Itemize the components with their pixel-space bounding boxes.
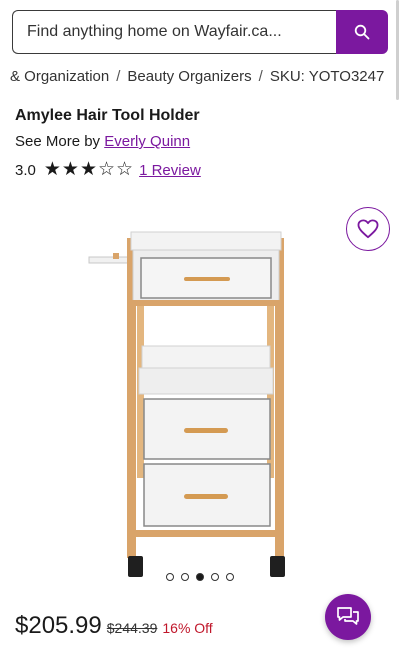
breadcrumb-item-beauty-organizers[interactable]: Beauty Organizers [127,68,251,85]
see-more-prefix: See More by [15,133,101,150]
carousel-dot[interactable] [211,573,219,581]
product-image-gallery[interactable] [0,196,400,596]
sale-price: $205.99 [15,612,102,639]
favorite-button[interactable] [346,207,390,251]
search-bar [12,10,388,54]
breadcrumb-sku: SKU: YOTO3247 [269,67,385,85]
search-button[interactable] [336,10,388,54]
page-scrollbar[interactable] [396,0,399,100]
carousel-dot[interactable] [196,573,204,581]
star-filled-icon: ★ [79,159,97,180]
star-rating: ★ ★ ★ ☆ ☆ [44,160,133,180]
search-input[interactable] [12,10,338,54]
price-row: $205.99 $244.39 16% Off [15,612,213,640]
reviews-link[interactable]: 1 Review [139,162,201,179]
chat-button[interactable] [325,594,371,640]
breadcrumb-separator: / [116,67,121,85]
rating-value: 3.0 [15,161,36,179]
breadcrumb-item-organization[interactable]: & Organization [10,68,109,85]
brand-link[interactable]: Everly Quinn [104,133,190,150]
rating-row: 3.0 ★ ★ ★ ☆ ☆ 1 Review [15,160,201,180]
carousel-dot[interactable] [226,573,234,581]
see-more-by: See More by Everly Quinn [15,133,190,150]
carousel-dot[interactable] [181,573,189,581]
search-icon [354,24,370,40]
star-empty-icon: ☆ [116,159,134,180]
product-title: Amylee Hair Tool Holder [15,107,200,124]
product-image [88,231,285,577]
discount-badge: 16% Off [162,620,213,636]
breadcrumb-separator: / [258,67,263,85]
breadcrumb: & Organization / Beauty Organizers / SKU… [10,66,384,86]
image-carousel-dots [166,573,234,581]
star-filled-icon: ★ [43,159,61,180]
star-empty-icon: ☆ [98,159,116,180]
chat-bubbles-icon [337,607,359,625]
heart-icon [357,219,379,239]
star-filled-icon: ★ [61,159,79,180]
original-price: $244.39 [106,620,158,636]
carousel-dot[interactable] [166,573,174,581]
